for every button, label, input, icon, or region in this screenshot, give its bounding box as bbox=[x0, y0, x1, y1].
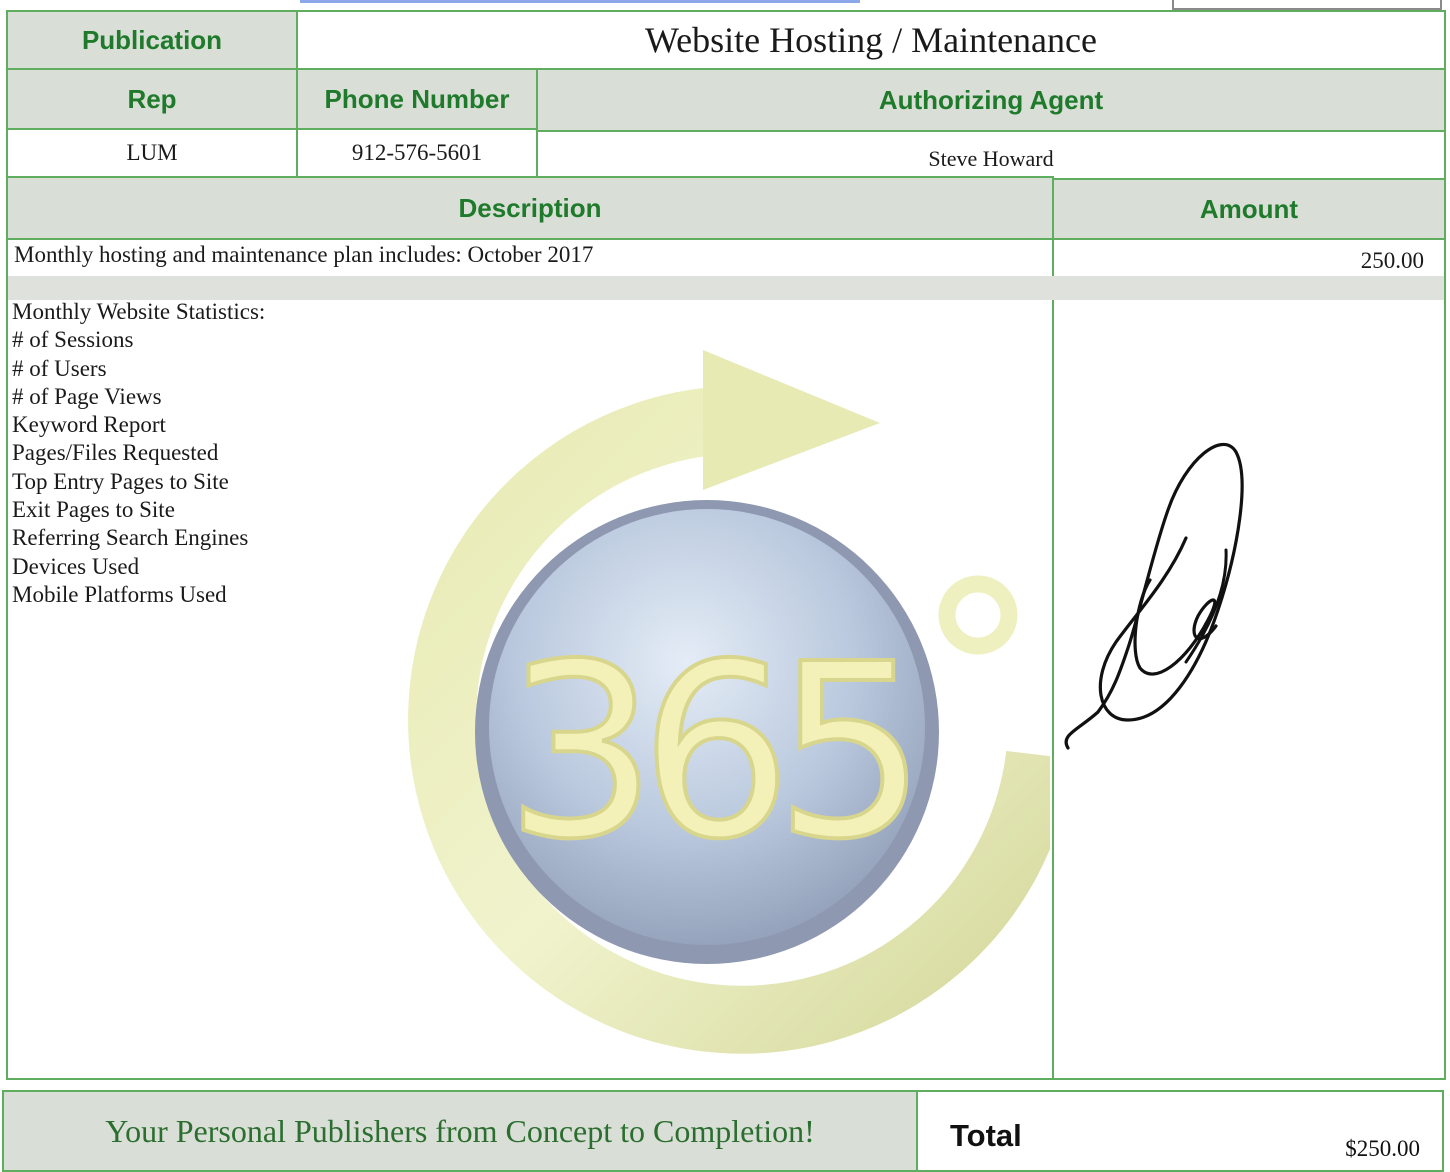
logo-arrow-head bbox=[703, 350, 880, 490]
total-label: Total bbox=[950, 1118, 1022, 1153]
top-clipped-area bbox=[0, 0, 1450, 10]
logo-number: 365 bbox=[505, 612, 909, 892]
publication-title: Website Hosting / Maintenance bbox=[645, 20, 1097, 60]
total-value: $250.00 bbox=[1345, 1136, 1420, 1161]
description-label: Description bbox=[458, 192, 602, 223]
amount-label-cell: Amount bbox=[1052, 178, 1446, 240]
footer-slogan-cell: Your Personal Publishers from Concept to… bbox=[2, 1090, 918, 1172]
agent-label-cell: Authorizing Agent bbox=[536, 68, 1446, 132]
plan-description: Monthly hosting and maintenance plan inc… bbox=[14, 242, 594, 267]
signature-stroke bbox=[1064, 442, 1244, 750]
top-clipped-line bbox=[300, 0, 860, 7]
statistics-heading: Monthly Website Statistics: bbox=[12, 299, 266, 324]
publication-value-cell: Website Hosting / Maintenance bbox=[296, 10, 1446, 70]
publication-label: Publication bbox=[81, 24, 223, 55]
agent-label: Authorizing Agent bbox=[878, 84, 1104, 115]
top-right-clipped-box bbox=[1172, 0, 1442, 10]
list-item: Pages/Files Requested bbox=[12, 440, 219, 466]
phone-value-cell: 912-576-5601 bbox=[296, 128, 538, 178]
list-item: Devices Used bbox=[12, 553, 140, 579]
agent-value-cell: Steve Howard bbox=[536, 130, 1446, 180]
signature-stroke bbox=[1133, 578, 1218, 676]
list-item: # of Users bbox=[12, 355, 107, 381]
agent-value: Steve Howard bbox=[928, 146, 1054, 171]
list-item: Exit Pages to Site bbox=[12, 497, 175, 523]
phone-label: Phone Number bbox=[324, 83, 510, 114]
rep-label: Rep bbox=[127, 83, 177, 114]
phone-value: 912-576-5601 bbox=[351, 140, 483, 165]
signature bbox=[1064, 442, 1244, 750]
phone-label-cell: Phone Number bbox=[296, 68, 538, 130]
logo-degree-symbol: ° bbox=[350, 345, 351, 346]
row-stripe bbox=[8, 276, 1444, 300]
list-item: # of Sessions bbox=[12, 327, 134, 353]
footer-slogan: Your Personal Publishers from Concept to… bbox=[105, 1112, 815, 1149]
list-item: Top Entry Pages to Site bbox=[12, 468, 229, 494]
logo-365-graphic: 365 ° bbox=[350, 345, 1050, 1054]
list-item: Mobile Platforms Used bbox=[12, 581, 227, 607]
description-label-cell: Description bbox=[6, 176, 1054, 240]
rep-value-cell: LUM bbox=[6, 128, 298, 178]
rep-label-cell: Rep bbox=[6, 68, 298, 130]
list-item: Keyword Report bbox=[12, 412, 166, 438]
rep-value: LUM bbox=[126, 140, 178, 165]
list-item: Referring Search Engines bbox=[12, 525, 249, 551]
amount-label: Amount bbox=[1199, 193, 1299, 224]
footer-total-cell: Total $250.00 bbox=[916, 1090, 1444, 1172]
publication-label-cell: Publication bbox=[6, 10, 298, 70]
logo-degree-circle bbox=[938, 575, 1018, 655]
list-item: # of Page Views bbox=[12, 383, 162, 409]
plan-amount: 250.00 bbox=[1360, 248, 1424, 273]
statistics-list: Monthly Website Statistics: # of Session… bbox=[12, 298, 265, 609]
